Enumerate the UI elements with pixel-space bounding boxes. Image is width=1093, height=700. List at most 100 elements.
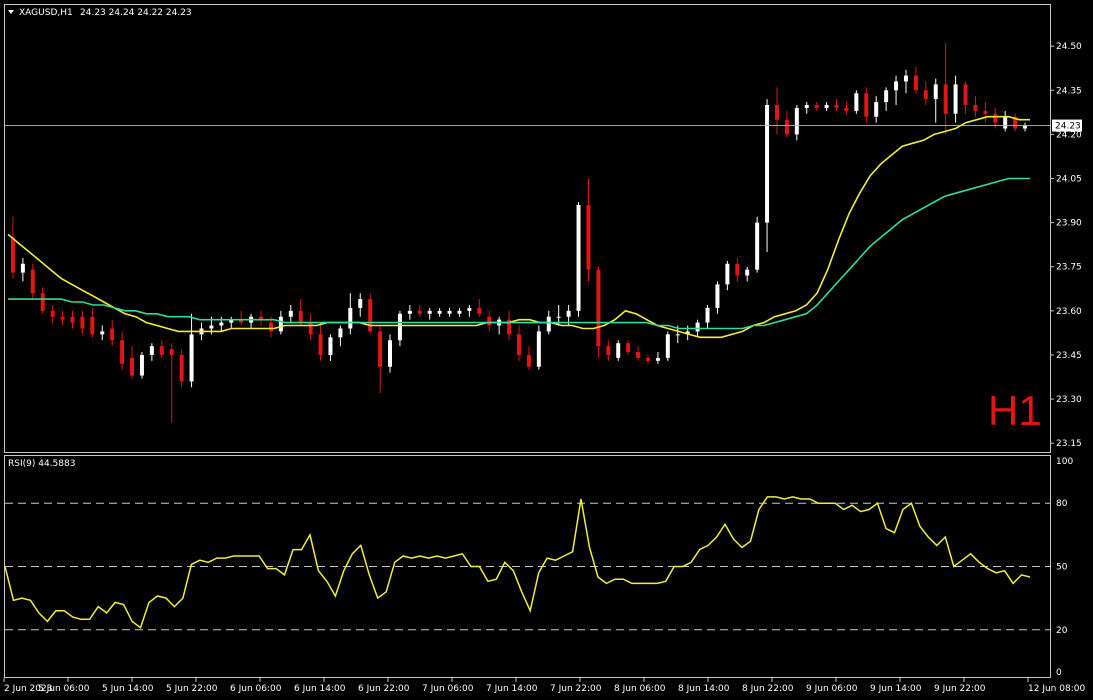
candle-body bbox=[645, 357, 650, 361]
candle-body bbox=[338, 328, 343, 338]
candle-body bbox=[794, 107, 799, 135]
time-tick-label: 5 Jun 14:00 bbox=[102, 684, 154, 694]
candle-body bbox=[268, 322, 273, 332]
candle-body bbox=[90, 316, 95, 335]
candle-body bbox=[695, 322, 700, 332]
candle-body bbox=[358, 299, 363, 308]
chart-root: 24.50 24.35 24.20 24.05 23.90 23.75 23.60 23.45… bbox=[0, 0, 1093, 700]
candle-body bbox=[903, 75, 908, 82]
candle-body bbox=[110, 328, 115, 341]
timeframe-label: H1 bbox=[988, 387, 1042, 434]
candle-body bbox=[477, 307, 482, 314]
candle-body bbox=[765, 104, 770, 223]
candle-body bbox=[348, 307, 353, 329]
candle bbox=[576, 202, 581, 317]
time-tick-label: 6 Jun 06:00 bbox=[230, 684, 282, 694]
candle bbox=[139, 352, 144, 379]
price-tick-label: 24.35 bbox=[1056, 86, 1082, 96]
candle-body bbox=[149, 346, 154, 355]
candle-body bbox=[804, 104, 809, 108]
time-tick-label: 9 Jun 22:00 bbox=[934, 684, 986, 694]
time-tick-label: 8 Jun 14:00 bbox=[678, 684, 730, 694]
candle-body bbox=[596, 269, 601, 347]
time-tick-label: 6 Jun 22:00 bbox=[358, 684, 410, 694]
candle-body bbox=[318, 334, 323, 355]
price-tick-label: 23.45 bbox=[1056, 351, 1082, 361]
time-tick-label: 6 Jun 14:00 bbox=[294, 684, 346, 694]
candle-body bbox=[368, 299, 373, 332]
candle-body bbox=[100, 331, 105, 335]
candle-body bbox=[894, 81, 899, 91]
candle-body bbox=[120, 340, 125, 364]
price-tick-label: 23.75 bbox=[1056, 263, 1082, 273]
candle-body bbox=[665, 334, 670, 358]
candle-body bbox=[219, 322, 224, 326]
candle-body bbox=[388, 340, 393, 367]
candle-body bbox=[10, 237, 15, 273]
price-tick-label: 24.05 bbox=[1056, 175, 1082, 185]
candle-body bbox=[586, 204, 591, 270]
candle-body bbox=[864, 93, 869, 117]
chart-background bbox=[0, 0, 1093, 700]
candle-body bbox=[536, 331, 541, 367]
candle-body bbox=[953, 84, 958, 114]
candle-body bbox=[626, 343, 631, 353]
candle-body bbox=[487, 316, 492, 326]
candle bbox=[616, 340, 621, 361]
candle-body bbox=[70, 316, 75, 323]
candle-body bbox=[20, 263, 25, 273]
time-tick-label: 9 Jun 06:00 bbox=[806, 684, 858, 694]
candle bbox=[755, 216, 760, 273]
rsi-title: RSI(9) 44.5883 bbox=[8, 459, 75, 469]
candle bbox=[536, 325, 541, 370]
candle-body bbox=[1003, 116, 1008, 129]
candle-body bbox=[308, 322, 313, 335]
candle-body bbox=[745, 269, 750, 276]
candle-body bbox=[556, 316, 561, 318]
candle-body bbox=[844, 107, 849, 111]
candle-body bbox=[50, 310, 55, 317]
symbol-label: XAGUSD,H1 bbox=[19, 8, 73, 18]
candle-body bbox=[933, 84, 938, 100]
candle-body bbox=[407, 310, 412, 314]
price-tick-label: 23.30 bbox=[1056, 395, 1082, 405]
candle bbox=[665, 331, 670, 361]
time-tick-label: 8 Jun 22:00 bbox=[742, 684, 794, 694]
time-tick-label: 9 Jun 14:00 bbox=[870, 684, 922, 694]
candle-body bbox=[288, 310, 293, 317]
candle-body bbox=[517, 334, 521, 355]
candle-body bbox=[80, 316, 85, 329]
candle-body bbox=[993, 113, 998, 123]
candle-body bbox=[526, 354, 531, 367]
candle-body bbox=[159, 346, 164, 355]
rsi-tick-label: 0 bbox=[1056, 668, 1062, 678]
candle-body bbox=[705, 307, 710, 323]
candle-body bbox=[417, 310, 422, 314]
price-tick-label: 23.60 bbox=[1056, 307, 1082, 317]
candle-body bbox=[675, 334, 680, 336]
time-tick-label: 8 Jun 06:00 bbox=[614, 684, 666, 694]
candle-body bbox=[655, 357, 660, 361]
candle-body bbox=[467, 307, 472, 311]
candle-body bbox=[437, 310, 442, 314]
candle-body bbox=[576, 204, 581, 311]
candle-body bbox=[60, 316, 65, 320]
candle-body bbox=[427, 310, 432, 314]
candle-body bbox=[983, 110, 988, 114]
time-tick-label: 7 Jun 22:00 bbox=[550, 684, 602, 694]
candle-body bbox=[1023, 125, 1028, 129]
candle-body bbox=[923, 90, 928, 100]
candle-body bbox=[735, 263, 740, 276]
rsi-tick-label: 100 bbox=[1056, 457, 1073, 467]
time-tick-label: 7 Jun 06:00 bbox=[422, 684, 474, 694]
candle-body bbox=[447, 310, 452, 314]
rsi-tick-label: 50 bbox=[1056, 563, 1068, 573]
candle-body bbox=[169, 349, 174, 355]
candle-body bbox=[130, 357, 135, 376]
candle-body bbox=[636, 352, 641, 358]
candle-body bbox=[943, 84, 948, 114]
price-tick-label: 23.15 bbox=[1056, 439, 1082, 449]
last-price-tag-label: 24.23 bbox=[1055, 122, 1081, 132]
candle-body bbox=[209, 325, 214, 329]
candle-body bbox=[378, 331, 383, 367]
